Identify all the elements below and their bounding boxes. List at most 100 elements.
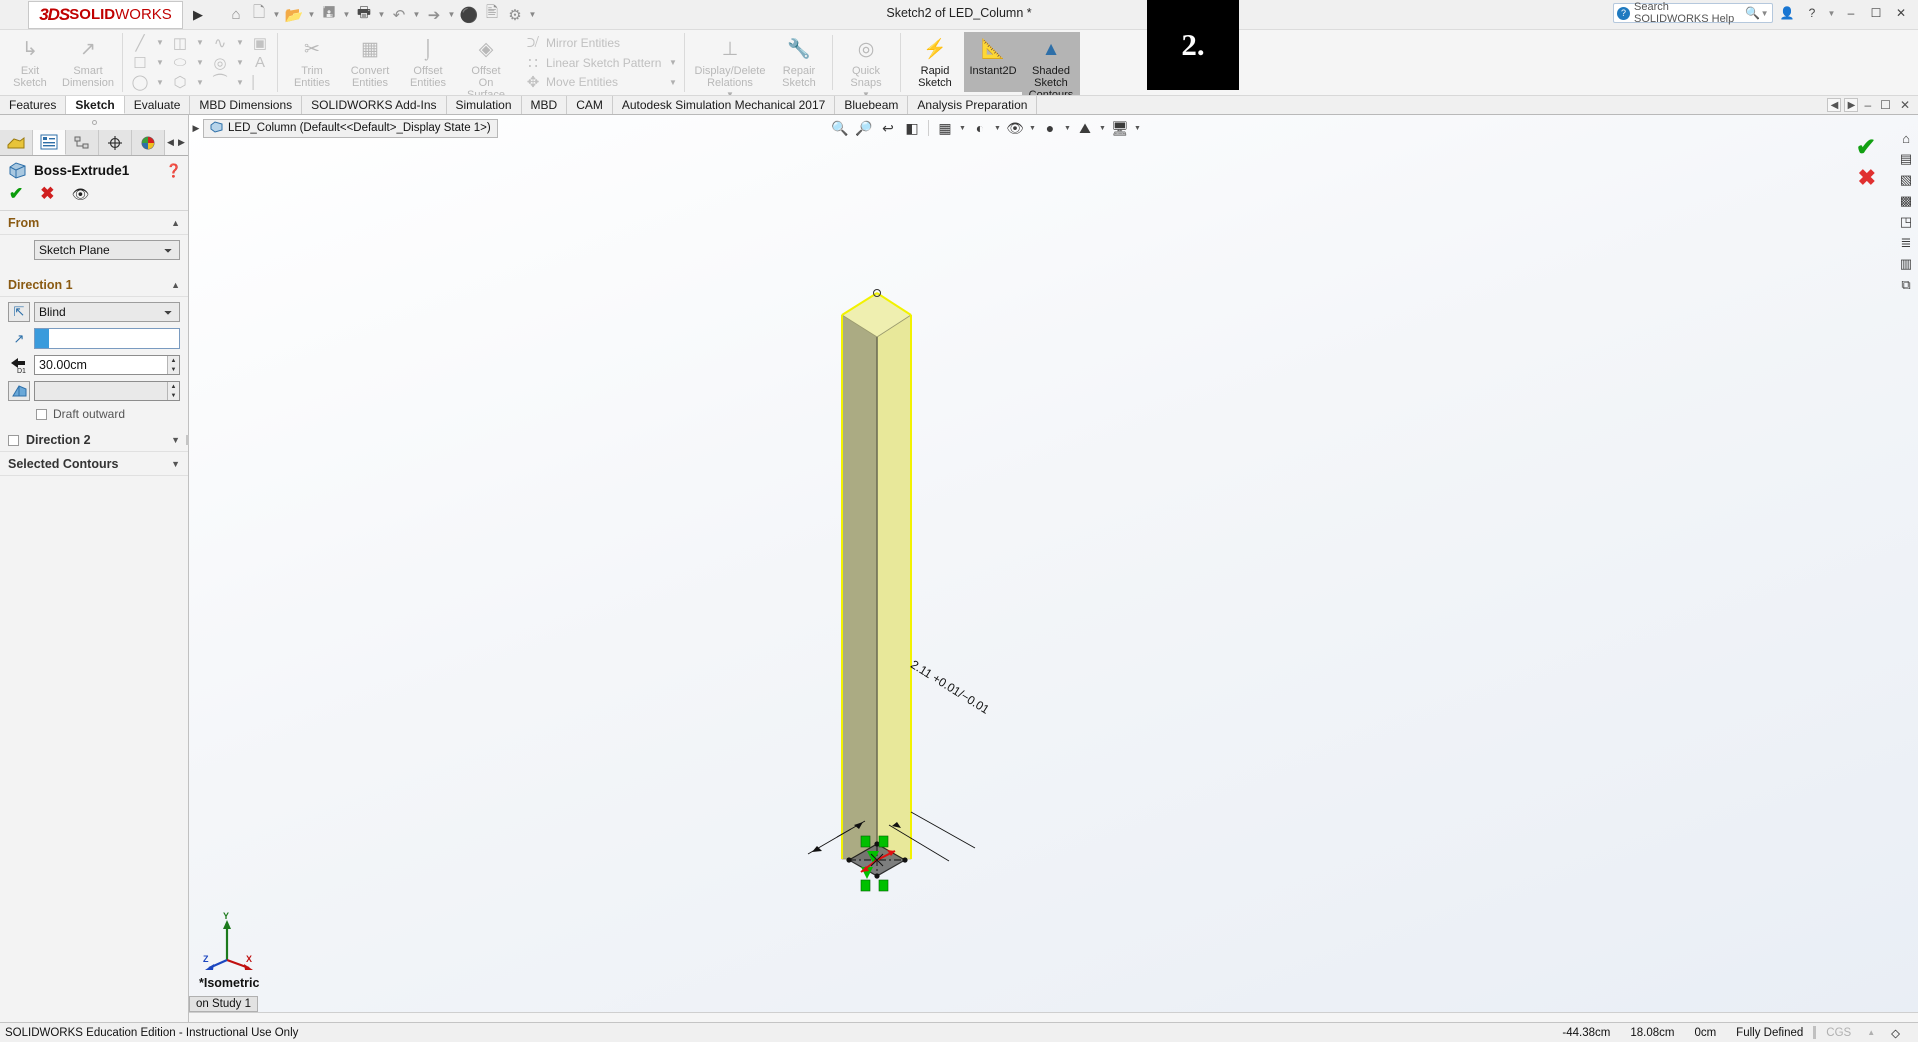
options-gear-icon[interactable]: ⚙ xyxy=(504,3,526,27)
tab-cam[interactable]: CAM xyxy=(567,96,613,114)
rect2-chevron-down-icon[interactable]: ▼ xyxy=(153,58,167,67)
slot-chevron-down-icon[interactable]: ▼ xyxy=(193,58,207,67)
direction-vector-selection-field[interactable] xyxy=(34,328,180,349)
selected-contours-chevron-down-icon[interactable]: ▼ xyxy=(171,459,180,469)
rebuild-icon[interactable]: ⚫ xyxy=(458,3,480,27)
pattern-chevron-down-icon[interactable]: ▼ xyxy=(666,58,680,67)
home-icon[interactable]: ⌂ xyxy=(225,3,247,27)
tab-bluebeam[interactable]: Bluebeam xyxy=(835,96,909,114)
line-chevron-down-icon[interactable]: ▼ xyxy=(153,38,167,47)
new-document-chevron-down-icon[interactable]: ▼ xyxy=(271,10,282,19)
open-folder-icon[interactable]: 📂 xyxy=(283,3,305,27)
depth-input[interactable]: 30.00cm ▲ ▼ xyxy=(34,355,180,375)
shaded-sketch-contours-button[interactable]: ▲ Shaded Sketch Contours xyxy=(1022,32,1080,95)
tab-mbd-dimensions[interactable]: MBD Dimensions xyxy=(190,96,303,114)
rapid-sketch-button[interactable]: ⚡ Rapid Sketch xyxy=(906,32,964,92)
fillet-tool-icon[interactable]: ⎸ xyxy=(247,74,273,91)
document-close-button[interactable]: ✕ xyxy=(1897,98,1913,112)
draft-spin-up-icon[interactable]: ▲ xyxy=(168,382,179,391)
ddr-chevron-down-icon[interactable]: ▼ xyxy=(723,89,737,95)
search-help-input[interactable]: ? Search SOLIDWORKS Help 🔍 ▼ xyxy=(1613,1,1773,25)
polygon-tool-icon[interactable]: ⬡ xyxy=(167,73,193,91)
reverse-direction-icon[interactable]: ⇱ xyxy=(8,302,30,322)
dimxpert-manager-tab[interactable] xyxy=(99,130,132,155)
section-header-direction2[interactable]: Direction 2 ▼ xyxy=(0,428,188,452)
draft-spin-down-icon[interactable]: ▼ xyxy=(168,391,179,400)
rectangle-tool-icon[interactable]: ◫ xyxy=(167,34,193,52)
configuration-manager-tab[interactable] xyxy=(66,130,99,155)
manager-tabs-next-icon[interactable]: ▶ xyxy=(176,130,187,155)
spline-tool-icon[interactable]: ∿ xyxy=(207,34,233,52)
rectangle-chevron-down-icon[interactable]: ▼ xyxy=(193,38,207,47)
rectangle-center-tool-icon[interactable]: ☐ xyxy=(127,54,153,72)
direction2-checkbox[interactable] xyxy=(8,434,19,446)
move-chevron-down-icon[interactable]: ▼ xyxy=(666,78,680,87)
status-units[interactable]: CGS xyxy=(1816,1027,1861,1039)
new-document-icon[interactable]: 🗋 xyxy=(248,3,270,27)
help-icon[interactable]: ❓ xyxy=(166,163,182,179)
search-chevron-down-icon[interactable]: ▼ xyxy=(1760,9,1769,18)
cancel-x-icon[interactable]: ✖ xyxy=(40,184,54,204)
property-manager-tab[interactable] xyxy=(33,130,66,155)
tab-features[interactable]: Features xyxy=(0,96,67,114)
exit-sketch-button[interactable]: ↳ Exit Sketch xyxy=(1,32,59,92)
study-tab[interactable]: on Study 1 xyxy=(189,996,258,1012)
draft-angle-icon[interactable] xyxy=(8,381,30,401)
solidworks-logo[interactable]: 3DS SOLID WORKS xyxy=(28,0,183,29)
tab-solidworks-add-ins[interactable]: SOLIDWORKS Add-Ins xyxy=(302,96,447,114)
display-delete-relations-button[interactable]: ⊥ Display/Delete Relations ▼ xyxy=(690,32,770,95)
print-chevron-down-icon[interactable]: ▼ xyxy=(376,10,387,19)
select-chevron-down-icon[interactable]: ▼ xyxy=(446,10,457,19)
maximize-button[interactable]: ☐ xyxy=(1865,2,1887,24)
save-chevron-down-icon[interactable]: ▼ xyxy=(341,10,352,19)
arc-tool-icon[interactable]: ⏜ xyxy=(207,74,233,91)
graphics-area[interactable]: ▶ LED_Column (Default<<Default>_Display … xyxy=(189,115,1918,1022)
line-tool-icon[interactable]: ╱ xyxy=(127,34,153,52)
menu-expand-arrow-icon[interactable]: ▶ xyxy=(193,7,203,23)
help-chevron-down-icon[interactable]: ▼ xyxy=(1826,9,1837,18)
draft-angle-input[interactable]: ▲ ▼ xyxy=(34,381,180,401)
repair-sketch-button[interactable]: 🔧 Repair Sketch xyxy=(770,32,828,92)
document-minimize-button[interactable]: – xyxy=(1861,98,1874,112)
led-column-extruded-body[interactable] xyxy=(189,115,1918,1022)
slot-tool-icon[interactable]: ⬭ xyxy=(167,54,193,71)
direction2-chevron-down-icon[interactable]: ▼ xyxy=(171,435,180,445)
manager-tabs-previous-icon[interactable]: ◀ xyxy=(165,130,176,155)
draft-spinner[interactable]: ▲ ▼ xyxy=(167,382,179,400)
undo-chevron-down-icon[interactable]: ▼ xyxy=(411,10,422,19)
convert-entities-button[interactable]: ▦ Convert Entities xyxy=(341,32,399,92)
spline-chevron-down-icon[interactable]: ▼ xyxy=(233,38,247,47)
tab-evaluate[interactable]: Evaluate xyxy=(124,96,191,114)
instant2d-button[interactable]: 📐 Instant2D xyxy=(964,32,1022,92)
draft-outward-checkbox[interactable] xyxy=(36,408,47,420)
ellipse-chevron-down-icon[interactable]: ▼ xyxy=(153,78,167,87)
point-tool-icon[interactable]: ▣ xyxy=(247,34,273,52)
tab-autodesk-simulation-mechanical[interactable]: Autodesk Simulation Mechanical 2017 xyxy=(612,96,836,114)
offset-on-surface-button[interactable]: ◈ Offset On Surface xyxy=(457,32,515,95)
file-properties-icon[interactable]: 🖹 xyxy=(481,3,503,27)
feature-manager-tree-tab[interactable] xyxy=(0,130,33,155)
move-entities-row[interactable]: ✥ Move Entities ▼ xyxy=(520,72,680,92)
undo-icon[interactable]: ↶ xyxy=(388,3,410,27)
start-condition-select[interactable]: Sketch Plane xyxy=(34,240,180,260)
qs-chevron-down-icon[interactable]: ▼ xyxy=(859,89,873,95)
user-account-icon[interactable]: 👤 xyxy=(1776,2,1798,24)
help-icon[interactable]: ? xyxy=(1801,2,1823,24)
circle-chevron-down-icon[interactable]: ▼ xyxy=(233,58,247,67)
confirm-check-icon[interactable]: ✔ xyxy=(9,184,23,204)
tab-sketch[interactable]: Sketch xyxy=(66,96,125,114)
options-chevron-down-icon[interactable]: ▼ xyxy=(527,10,538,19)
open-chevron-down-icon[interactable]: ▼ xyxy=(306,10,317,19)
draft-outward-row[interactable]: Draft outward xyxy=(8,407,180,421)
save-icon[interactable]: 🖪 xyxy=(318,3,340,27)
from-chevron-up-icon[interactable]: ▲ xyxy=(171,218,180,228)
trim-entities-button[interactable]: ✂ Trim Entities xyxy=(283,32,341,92)
minimize-button[interactable]: – xyxy=(1840,2,1862,24)
close-button[interactable]: ✕ xyxy=(1890,2,1912,24)
offset-entities-button[interactable]: ⌡ Offset Entities xyxy=(399,32,457,92)
detailed-preview-eye-icon[interactable]: 👁 xyxy=(72,186,90,203)
next-document-icon[interactable]: ▶ xyxy=(1844,98,1859,112)
depth-spin-up-icon[interactable]: ▲ xyxy=(168,356,179,365)
ellipse-tool-icon[interactable]: ◯ xyxy=(127,73,153,91)
print-icon[interactable]: 🖶 xyxy=(353,3,375,27)
